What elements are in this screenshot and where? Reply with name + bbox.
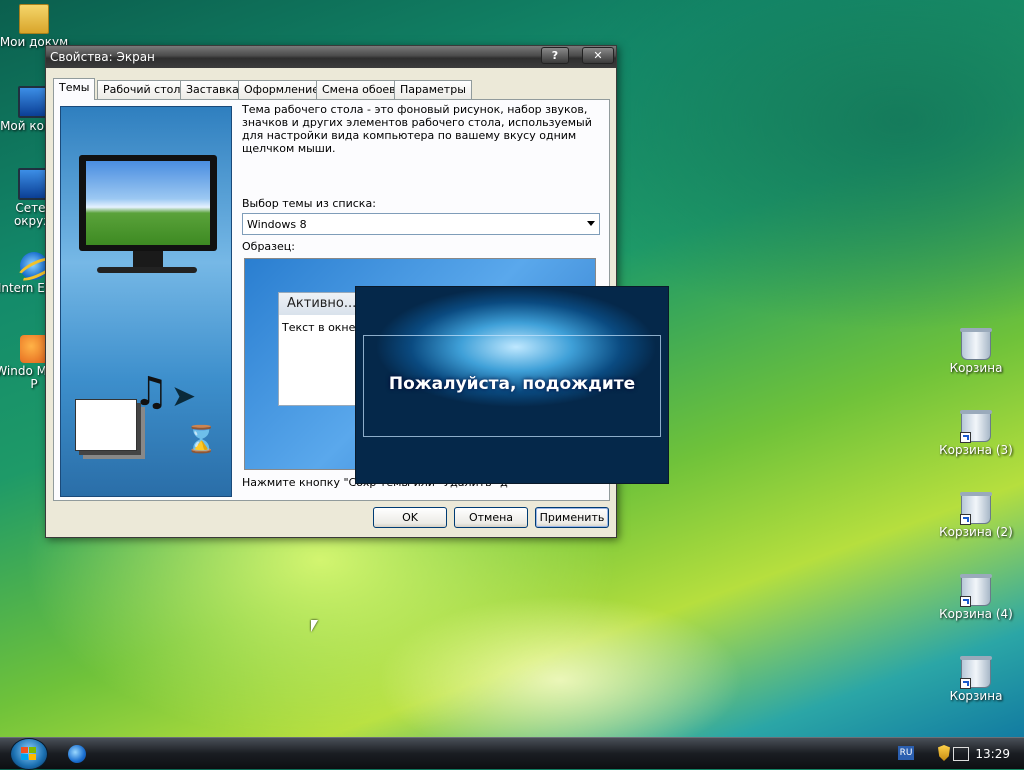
- recycle-bin-icon: [960, 492, 992, 525]
- recycle-bin-icon: [960, 410, 992, 443]
- security-shield-icon[interactable]: [938, 745, 950, 761]
- close-button[interactable]: ✕: [582, 47, 614, 64]
- cancel-button[interactable]: Отмена: [454, 507, 528, 528]
- desktop-icon-my-documents[interactable]: Мои докум: [0, 4, 74, 49]
- theme-select-label: Выбор темы из списка:: [242, 197, 376, 210]
- sample-label: Образец:: [242, 240, 295, 253]
- hourglass-icon: ⌛: [185, 425, 218, 455]
- start-button[interactable]: [10, 738, 48, 770]
- music-notes-icon: ♫: [133, 369, 169, 415]
- tab-screensaver[interactable]: Заставка: [180, 80, 245, 99]
- shortcut-arrow-icon: [960, 596, 971, 607]
- network-tray-icon[interactable]: [953, 747, 969, 761]
- desktop-icon-label: Корзина (4): [939, 607, 1013, 621]
- clock[interactable]: 13:29: [975, 747, 1010, 761]
- recycle-bin-icon: [960, 574, 992, 607]
- title-bar[interactable]: Свойства: Экран ? ✕: [46, 46, 616, 68]
- desktop-icon-recycle-bin-2[interactable]: Корзина (2): [936, 492, 1016, 539]
- tab-desktop[interactable]: Рабочий стол: [97, 80, 187, 99]
- folder-icon: [19, 4, 49, 34]
- please-wait-popup: Пожалуйста, подождите: [355, 286, 669, 484]
- tab-wallpaper-change[interactable]: Смена обоев: [316, 80, 402, 99]
- windows-logo-icon: [21, 747, 37, 761]
- shortcut-arrow-icon: [960, 432, 971, 443]
- desktop-icon-label: Корзина: [949, 689, 1003, 703]
- theme-description: Тема рабочего стола - это фоновый рисуно…: [242, 103, 592, 155]
- preview-window-text: Текст в окне: [282, 321, 356, 334]
- tab-settings[interactable]: Параметры: [394, 80, 472, 99]
- tab-themes[interactable]: Темы: [53, 78, 96, 100]
- desktop-icon-recycle-bin[interactable]: Корзина: [936, 328, 1016, 375]
- desktop-icon-label: Корзина: [949, 361, 1003, 375]
- desktop-icon-label: Корзина (3): [939, 443, 1013, 457]
- ok-button[interactable]: OK: [373, 507, 447, 528]
- recycle-bin-icon: [960, 656, 992, 689]
- mouse-cursor-icon: [311, 620, 318, 632]
- desktop-icon-recycle-bin-3[interactable]: Корзина (3): [936, 410, 1016, 457]
- desktop-icon-label: Корзина (2): [939, 525, 1013, 539]
- please-wait-message: Пожалуйста, подождите: [388, 374, 636, 394]
- shortcut-arrow-icon: [960, 678, 971, 689]
- language-indicator[interactable]: RU: [898, 746, 914, 760]
- window-stack-icon: [75, 399, 137, 451]
- theme-dropdown-value: Windows 8: [247, 218, 307, 231]
- shortcut-arrow-icon: [960, 514, 971, 525]
- taskbar: RU 13:29: [0, 737, 1024, 770]
- monitor-icon: [79, 155, 217, 251]
- recycle-bin-icon: [960, 328, 992, 360]
- dialog-title: Свойства: Экран: [50, 50, 155, 64]
- help-button[interactable]: ?: [541, 47, 569, 64]
- media-player-icon: [20, 335, 48, 363]
- tab-appearance[interactable]: Оформление: [238, 80, 325, 99]
- internet-explorer-icon: [20, 252, 48, 280]
- theme-dropdown[interactable]: Windows 8: [242, 213, 600, 235]
- apply-button[interactable]: Применить: [535, 507, 609, 528]
- quick-launch-internet-explorer-icon[interactable]: [68, 745, 86, 763]
- chevron-down-icon[interactable]: [587, 221, 595, 226]
- theme-illustration: ♫ ➤ ⌛: [60, 106, 232, 497]
- desktop-icon-recycle-bin-4[interactable]: Корзина (4): [936, 574, 1016, 621]
- cursor-icon: ➤: [171, 379, 197, 414]
- desktop-icon-recycle-bin-5[interactable]: Корзина: [936, 656, 1016, 703]
